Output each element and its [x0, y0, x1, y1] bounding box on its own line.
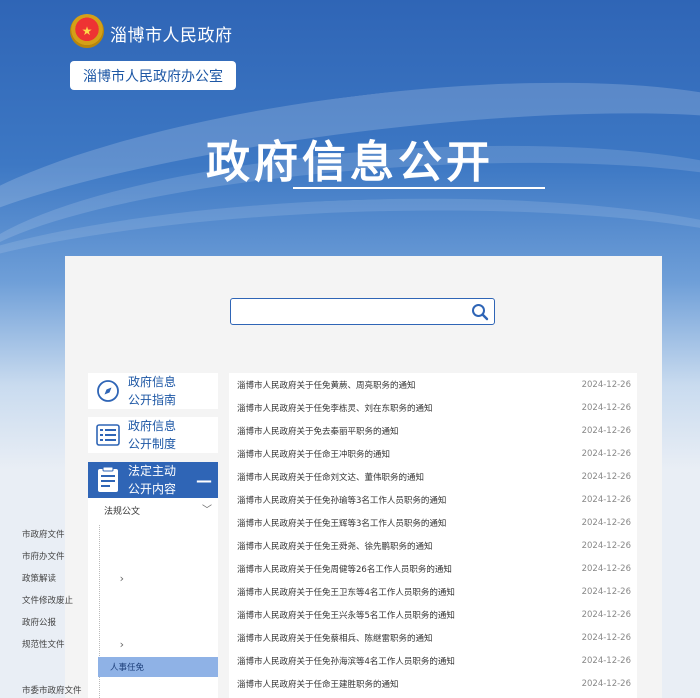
site-name[interactable]: 淄博市人民政府 [110, 21, 233, 46]
list-item-title[interactable]: 淄博市人民政府关于任免孙海滨等4名工作人员职务的通知 [237, 655, 455, 667]
chevron-right-icon: › [119, 571, 124, 585]
sub-menu-item-label: 规范性文件 [22, 640, 65, 650]
search-icon [472, 303, 489, 320]
collapse-icon[interactable]: — [196, 471, 212, 490]
list-item-title[interactable]: 淄博市人民政府关于任免王舜尧、徐先鹏职务的通知 [237, 540, 433, 552]
search-button[interactable] [468, 300, 492, 323]
compass-icon [97, 380, 119, 402]
list-item[interactable]: 淄博市人民政府关于任免黄蕨、周亮职务的通知 2024-12-26 [229, 373, 637, 396]
list-item-title[interactable]: 淄博市人民政府关于任免王兴永等5名工作人员职务的通知 [237, 609, 455, 621]
list-item[interactable]: 淄博市人民政府关于任免王辉等3名工作人员职务的通知 2024-12-26 [229, 511, 637, 534]
search-input[interactable] [237, 299, 467, 323]
list-icon [96, 424, 120, 446]
list-item-date: 2024-12-26 [581, 425, 631, 436]
list-item-title[interactable]: 淄博市人民政府关于任命刘文达、董伟职务的通知 [237, 471, 424, 483]
list-item[interactable]: 淄博市人民政府关于任免蔡相兵、陈继雷职务的通知 2024-12-26 [229, 626, 637, 649]
list-item[interactable]: 淄博市人民政府关于任免周健等26名工作人员职务的通知 2024-12-26 [229, 557, 637, 580]
national-emblem-icon: ★ [70, 14, 104, 48]
list-item[interactable]: 淄博市人民政府关于任免王卫东等4名工作人员职务的通知 2024-12-26 [229, 580, 637, 603]
list-item-date: 2024-12-26 [581, 379, 631, 390]
list-item[interactable]: 淄博市人民政府关于任命刘文达、董伟职务的通知 2024-12-26 [229, 465, 637, 488]
chevron-down-icon[interactable]: ﹀ [202, 501, 212, 516]
list-item-date: 2024-12-26 [581, 609, 631, 620]
list-item[interactable]: 淄博市人民政府关于任免孙瑜等3名工作人员职务的通知 2024-12-26 [229, 488, 637, 511]
list-item-title[interactable]: 淄博市人民政府关于任命王建胜职务的通知 [237, 678, 399, 690]
list-item-title[interactable]: 淄博市人民政府关于任免黄蕨、周亮职务的通知 [237, 379, 416, 391]
sub-menu-item-label: 人事任免 [110, 663, 145, 673]
list-item-title[interactable]: 淄博市人民政府关于免去秦丽平职务的通知 [237, 425, 399, 437]
sidebar-item-system[interactable]: 政府信息 公开制度 [88, 417, 218, 453]
sub-menu-item-label: 市委市政府文件 [22, 686, 82, 696]
sub-menu-item[interactable]: 政策解读 › [8, 568, 130, 588]
document-icon [98, 467, 118, 492]
sub-menu-item-label: 市府办文件 [22, 552, 65, 562]
sub-menu-item[interactable]: 市政府文件 [8, 524, 130, 544]
sidebar-item-label: 政府信息 [128, 419, 177, 433]
sub-menu-item-label: 政府公报 [22, 618, 57, 628]
list-item-date: 2024-12-26 [581, 517, 631, 528]
sub-menu-item-label: 政策解读 [22, 574, 57, 584]
list-item-date: 2024-12-26 [581, 563, 631, 574]
sidebar-item-label: 政府信息 [128, 375, 177, 389]
sidebar-item-label: 法定主动 [128, 464, 177, 478]
list-item-title[interactable]: 淄博市人民政府关于任免孙瑜等3名工作人员职务的通知 [237, 494, 446, 506]
sidebar-item-label: 公开指南 [128, 393, 177, 407]
sub-menu-item[interactable]: 市府办文件 [8, 546, 130, 566]
list-item[interactable]: 淄博市人民政府关于任免王舜尧、徐先鹏职务的通知 2024-12-26 [229, 534, 637, 557]
list-item-title[interactable]: 淄博市人民政府关于任免李栋灵、刘在东职务的通知 [237, 402, 433, 414]
list-item-title[interactable]: 淄博市人民政府关于任免王辉等3名工作人员职务的通知 [237, 517, 446, 529]
sub-menu-item[interactable]: 规范性文件 › [8, 634, 130, 654]
list-item-date: 2024-12-26 [581, 586, 631, 597]
list-item[interactable]: 淄博市人民政府关于任免孙海滨等4名工作人员职务的通知 2024-12-26 [229, 649, 637, 672]
title-underline [293, 187, 545, 189]
sub-menu-group-label[interactable]: 法规公文 [104, 504, 140, 517]
sidebar-item-statutory-content[interactable]: 法定主动 公开内容 — [88, 462, 218, 498]
list-item[interactable]: 淄博市人民政府关于任免王兴永等5名工作人员职务的通知 2024-12-26 [229, 603, 637, 626]
list-item-date: 2024-12-26 [581, 471, 631, 482]
list-item-date: 2024-12-26 [581, 448, 631, 459]
list-item-title[interactable]: 淄博市人民政府关于任免王卫东等4名工作人员职务的通知 [237, 586, 455, 598]
list-item-title[interactable]: 淄博市人民政府关于任免蔡相兵、陈继雷职务的通知 [237, 632, 433, 644]
office-tag[interactable]: 淄博市人民政府办公室 [70, 61, 236, 90]
article-list: 淄博市人民政府关于任免黄蕨、周亮职务的通知 2024-12-26 淄博市人民政府… [229, 373, 637, 698]
sidebar-item-label: 公开内容 [128, 482, 177, 496]
list-item[interactable]: 淄博市人民政府关于任免李栋灵、刘在东职务的通知 2024-12-26 [229, 396, 637, 419]
list-item-date: 2024-12-26 [581, 655, 631, 666]
list-item-title[interactable]: 淄博市人民政府关于任免周健等26名工作人员职务的通知 [237, 563, 452, 575]
search-box[interactable] [230, 298, 495, 325]
list-item-title[interactable]: 淄博市人民政府关于任命王冲职务的通知 [237, 448, 390, 460]
list-item-date: 2024-12-26 [581, 540, 631, 551]
sub-menu-item-active[interactable]: 人事任免 [98, 657, 218, 677]
sidebar-item-guide[interactable]: 政府信息 公开指南 [88, 373, 218, 409]
page-title: 政府信息公开 [206, 137, 494, 188]
list-item-date: 2024-12-26 [581, 678, 631, 689]
sub-menu-item-label: 文件修改废止 [22, 596, 74, 606]
sidebar-item-label: 公开制度 [128, 437, 177, 451]
sub-menu-item[interactable]: 政府公报 [8, 612, 130, 632]
sub-menu-item-label: 市政府文件 [22, 530, 65, 540]
list-item[interactable]: 淄博市人民政府关于任命王建胜职务的通知 2024-12-26 [229, 672, 637, 695]
list-item[interactable]: 淄博市人民政府关于免去秦丽平职务的通知 2024-12-26 [229, 419, 637, 442]
list-item-date: 2024-12-26 [581, 494, 631, 505]
list-item[interactable]: 淄博市人民政府关于任命王冲职务的通知 2024-12-26 [229, 442, 637, 465]
sub-menu-item[interactable]: 文件修改废止 [8, 590, 130, 610]
list-item-date: 2024-12-26 [581, 632, 631, 643]
chevron-right-icon: › [119, 637, 124, 651]
list-item-date: 2024-12-26 [581, 402, 631, 413]
sub-menu-item[interactable]: 市委市政府文件 [8, 680, 130, 698]
